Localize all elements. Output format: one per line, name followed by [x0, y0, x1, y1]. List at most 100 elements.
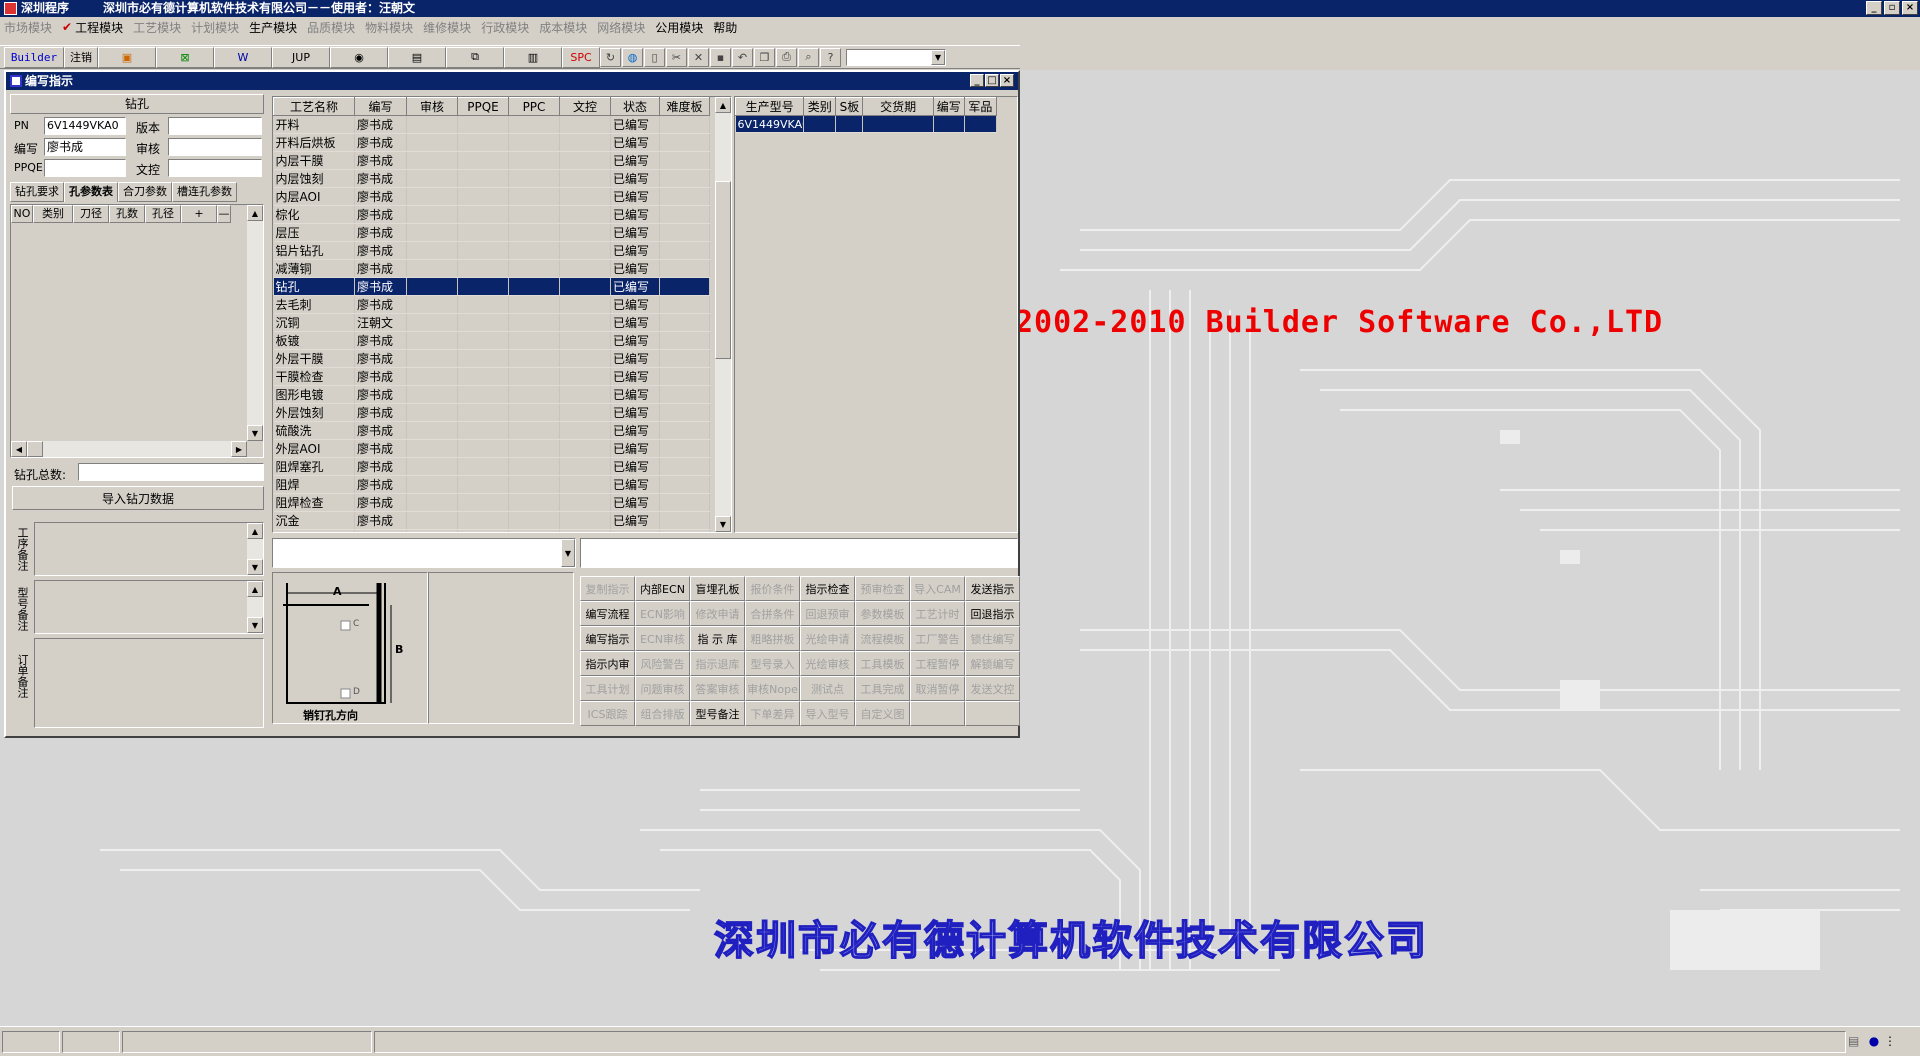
- action-button-37[interactable]: 工具完成: [855, 676, 910, 701]
- model-col-header[interactable]: 军品: [963, 97, 998, 116]
- table-row[interactable]: 阻焊 廖书成 已编写: [273, 475, 710, 494]
- child-close-button[interactable]: ×: [1000, 74, 1014, 87]
- menu-item-6[interactable]: 物料模块: [365, 19, 413, 36]
- table-row[interactable]: 沉铜 汪朝文 已编写: [273, 313, 710, 332]
- action-button-13[interactable]: 参数模板: [855, 601, 910, 626]
- action-button-28[interactable]: 光绘审核: [800, 651, 855, 676]
- find-icon[interactable]: ⌕: [798, 47, 819, 67]
- action-button-8[interactable]: 编写流程: [580, 601, 635, 626]
- scroll-up-icon[interactable]: ▲: [247, 523, 263, 539]
- process-note-box[interactable]: ▲ ▼: [34, 522, 264, 576]
- cut-icon[interactable]: ✂: [666, 47, 687, 67]
- table-row[interactable]: 内层AOI 廖书成 已编写: [273, 187, 710, 206]
- hole-col-header[interactable]: 类别: [33, 205, 73, 223]
- process-col-header[interactable]: PPC: [508, 97, 560, 116]
- jup-button[interactable]: JUP: [272, 46, 330, 68]
- order-note-box[interactable]: [34, 638, 264, 728]
- restore-button[interactable]: ▫: [1884, 1, 1900, 15]
- action-button-27[interactable]: 型号录入: [745, 651, 800, 676]
- eye-icon[interactable]: ◉: [330, 46, 388, 68]
- close-button[interactable]: ×: [1902, 1, 1918, 15]
- menu-item-1[interactable]: 工程模块: [75, 19, 123, 36]
- printer-tray-icon[interactable]: ▤: [1848, 1034, 1864, 1050]
- table-row[interactable]: 外层AOI 廖书成 已编写: [273, 439, 710, 458]
- process-col-header[interactable]: 审核: [406, 97, 458, 116]
- chevron-down-icon[interactable]: ▼: [931, 49, 945, 65]
- table-row[interactable]: 内层蚀刻 廖书成 已编写: [273, 169, 710, 188]
- action-button-36[interactable]: 测试点: [800, 676, 855, 701]
- vtab-model-note[interactable]: 型号备注: [14, 584, 30, 634]
- action-button-21[interactable]: 流程模板: [855, 626, 910, 651]
- action-button-22[interactable]: 工厂警告: [910, 626, 965, 651]
- network-icon[interactable]: ⧉: [446, 46, 504, 68]
- vtab-process-note[interactable]: 工序备注: [14, 524, 30, 574]
- ppt-icon[interactable]: ▣: [98, 46, 156, 68]
- version-field[interactable]: [168, 117, 262, 135]
- menu-item-2[interactable]: 工艺模块: [133, 19, 181, 36]
- menu-item-4[interactable]: 生产模块: [249, 19, 297, 36]
- hole-col-header[interactable]: 刀径: [73, 205, 109, 223]
- menu-item-5[interactable]: 品质模块: [307, 19, 355, 36]
- child-maximize-button[interactable]: □: [985, 74, 999, 87]
- chevron-down-icon[interactable]: ▼: [561, 539, 575, 567]
- action-button-30[interactable]: 工程暂停: [910, 651, 965, 676]
- table-row[interactable]: 板镀 廖书成 已编写: [273, 331, 710, 350]
- toolbar-dropdown[interactable]: ▼: [846, 48, 946, 66]
- action-button-45[interactable]: 自定义图: [855, 701, 910, 726]
- action-button-7[interactable]: 发送指示: [965, 576, 1020, 601]
- table-row[interactable]: 阻焊检查 廖书成 已编写: [273, 493, 710, 512]
- action-button-18[interactable]: 指 示 库: [690, 626, 745, 651]
- tab-2[interactable]: 合刀参数: [118, 182, 172, 202]
- scroll-right-icon[interactable]: ▶: [231, 441, 247, 457]
- table-row[interactable]: 6V1449VKA0: [735, 115, 998, 133]
- action-button-6[interactable]: 导入CAM: [910, 576, 965, 601]
- globe-icon[interactable]: ◍: [622, 47, 643, 67]
- total-field[interactable]: [78, 463, 264, 481]
- action-button-26[interactable]: 指示退库: [690, 651, 745, 676]
- table-row[interactable]: 减薄铜 廖书成 已编写: [273, 259, 710, 278]
- table-row[interactable]: 硫酸洗 廖书成 已编写: [273, 421, 710, 440]
- hole-col-header[interactable]: 孔径: [145, 205, 181, 223]
- menu-item-0[interactable]: 市场模块: [4, 19, 52, 36]
- action-button-5[interactable]: 预审检查: [855, 576, 910, 601]
- book-icon[interactable]: ▤: [388, 46, 446, 68]
- scroll-up-icon[interactable]: ▲: [715, 97, 731, 113]
- scroll-thumb[interactable]: [715, 181, 731, 359]
- action-button-12[interactable]: 回退预审: [800, 601, 855, 626]
- tab-1[interactable]: 孔参数表: [64, 182, 118, 202]
- process-table-vscroll[interactable]: ▲ ▼: [715, 97, 731, 532]
- scroll-down-icon[interactable]: ▼: [247, 425, 263, 441]
- action-button-31[interactable]: 解锁编写: [965, 651, 1020, 676]
- action-button-19[interactable]: 粗略拼板: [745, 626, 800, 651]
- new-file-icon[interactable]: ▯: [644, 47, 665, 67]
- table-row[interactable]: 内层干膜 廖书成 已编写: [273, 151, 710, 170]
- table-row[interactable]: 图形电镀 廖书成 已编写: [273, 385, 710, 404]
- action-button-40[interactable]: ICS跟踪: [580, 701, 635, 726]
- model-col-header[interactable]: 交货期: [862, 97, 934, 116]
- hole-table-hscroll[interactable]: ◀ ▶: [11, 441, 247, 457]
- action-button-44[interactable]: 导入型号: [800, 701, 855, 726]
- hole-col-header[interactable]: 孔数: [109, 205, 145, 223]
- tab-0[interactable]: 钻孔要求: [10, 182, 64, 202]
- logout-button[interactable]: 注销: [64, 46, 98, 68]
- action-button-4[interactable]: 指示检查: [800, 576, 855, 601]
- action-button-10[interactable]: 修改申请: [690, 601, 745, 626]
- table-row[interactable]: 开料 廖书成 已编写: [273, 115, 710, 134]
- menu-item-9[interactable]: 成本模块: [539, 19, 587, 36]
- minimize-button[interactable]: _: [1866, 1, 1882, 15]
- menu-item-10[interactable]: 网络模块: [597, 19, 645, 36]
- action-button-46[interactable]: [910, 701, 965, 726]
- undo-icon[interactable]: ↶: [732, 47, 753, 67]
- scroll-down-icon[interactable]: ▼: [247, 559, 263, 575]
- action-button-25[interactable]: 风险警告: [635, 651, 690, 676]
- author-field[interactable]: 廖书成: [44, 138, 126, 156]
- help-icon[interactable]: ?: [820, 47, 841, 67]
- menu-item-12[interactable]: 帮助: [713, 19, 737, 36]
- action-button-47[interactable]: [965, 701, 1020, 726]
- builder-button[interactable]: Builder: [4, 46, 64, 68]
- menu-item-11[interactable]: 公用模块: [655, 19, 703, 36]
- menu-item-7[interactable]: 维修模块: [423, 19, 471, 36]
- delete-icon[interactable]: ✕: [688, 47, 709, 67]
- action-button-1[interactable]: 内部ECN: [635, 576, 690, 601]
- action-button-32[interactable]: 工具计划: [580, 676, 635, 701]
